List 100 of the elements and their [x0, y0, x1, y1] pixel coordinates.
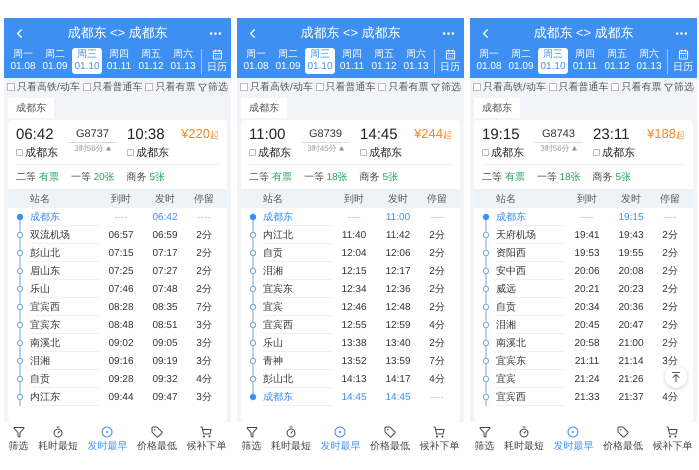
nav-tab[interactable]: 价格最低 — [602, 426, 643, 452]
arrival-cell-text: 21:11 — [574, 356, 600, 366]
station-name: 乐山 — [30, 280, 99, 298]
nav-icon — [433, 426, 446, 438]
filter-button[interactable]: 筛选 — [664, 80, 694, 94]
nav-icon — [384, 426, 396, 438]
nav-icon — [285, 426, 298, 438]
stop-duration: 3分 — [195, 355, 213, 368]
checkbox[interactable] — [378, 83, 386, 91]
station-chip[interactable]: 成都东 — [8, 98, 54, 118]
station-chip[interactable]: 成都东 — [474, 98, 520, 118]
departure-cell-text: 09:47 — [151, 392, 179, 402]
filter-option[interactable]: 只看普通车 — [548, 80, 609, 94]
departure-cell-text: 21:00 — [617, 338, 645, 348]
nav-tab[interactable]: 价格最低 — [370, 426, 410, 452]
checkbox[interactable] — [548, 83, 557, 91]
stop-duration: 2分 — [661, 247, 679, 260]
departure-cell-text: 20:08 — [617, 266, 645, 276]
filter-option[interactable]: 只看有票 — [145, 80, 196, 94]
departure-cell-text: 07:48 — [151, 284, 179, 294]
calendar-icon — [212, 48, 222, 60]
nav-tab[interactable]: 候补下单 — [186, 426, 226, 452]
checkbox[interactable] — [240, 83, 248, 91]
filter-icon — [664, 82, 673, 92]
departure-cell-text: 11:00 — [384, 212, 412, 222]
filter-button[interactable]: 筛选 — [430, 80, 461, 94]
nav-tab[interactable]: 候补下单 — [652, 426, 692, 452]
arrival-time: 23:11 — [593, 126, 630, 143]
departure-cell-text: 21:14 — [617, 356, 645, 366]
departure-cell-text: 08:51 — [151, 320, 179, 330]
checkbox[interactable] — [611, 83, 620, 91]
station-name: 彭山北 — [30, 244, 99, 262]
stop-duration: 3分 — [195, 391, 213, 404]
station-name: 成都东 — [263, 208, 332, 226]
filter-option[interactable]: 只看高铁/动车 — [240, 80, 313, 94]
nav-tab[interactable]: 耗时最短 — [38, 426, 78, 452]
arrival-cell-text: 12:46 — [340, 302, 368, 312]
stop-duration: 2分 — [661, 229, 679, 242]
arrival-cell-text: ---- — [346, 212, 362, 222]
stop-duration: ---- — [662, 212, 678, 222]
arrival-cell-text: 06:57 — [107, 230, 135, 240]
station-name: 宜宾东 — [30, 316, 99, 334]
filter-button[interactable]: 筛选 — [198, 80, 228, 94]
arrival-cell-text: 12:55 — [340, 320, 368, 330]
filter-option[interactable]: 只看高铁/动车 — [7, 80, 80, 94]
nav-icon — [518, 426, 530, 438]
filter-option[interactable]: 只看普通车 — [316, 80, 376, 94]
stop-duration: 2分 — [661, 337, 679, 350]
arrow-up-icon — [670, 371, 682, 383]
train-number: G8739 — [301, 128, 350, 143]
station-badge-icon — [249, 149, 256, 156]
departure-time: 11:00 — [249, 126, 286, 143]
price: ¥220起 — [181, 126, 219, 142]
arrival-cell-text: 20:21 — [573, 284, 601, 294]
station-name: 泪湘 — [496, 316, 565, 334]
nav-tab[interactable]: 价格最低 — [136, 426, 177, 452]
stop-duration: ---- — [429, 212, 445, 222]
filter-option[interactable]: 只看高铁/动车 — [473, 80, 546, 94]
arrival-cell-text: 14:45 — [340, 392, 368, 402]
filter-option[interactable]: 只看普通车 — [82, 80, 143, 94]
column-header: 到时 — [343, 192, 365, 206]
nav-tab[interactable]: 耗时最短 — [271, 426, 312, 452]
departure-cell-text: 11:42 — [384, 230, 412, 240]
checkbox[interactable] — [316, 83, 324, 91]
calendar-icon — [444, 48, 456, 60]
nav-tab[interactable]: 候补下单 — [419, 426, 460, 452]
checkbox[interactable] — [145, 83, 154, 91]
column-header: 站名 — [496, 192, 517, 206]
station-badge-icon — [482, 149, 489, 156]
departure-cell-text: 09:19 — [151, 356, 179, 366]
station-name: 宜宾 — [496, 370, 565, 388]
nav-tab[interactable]: 筛选 — [242, 426, 262, 452]
nav-tab[interactable]: 筛选 — [474, 426, 495, 452]
arrival-cell-text: 19:41 — [573, 230, 601, 240]
nav-tab[interactable]: 耗时最短 — [504, 426, 544, 452]
nav-tab[interactable]: 筛选 — [8, 426, 29, 452]
checkbox[interactable] — [82, 83, 91, 91]
stop-duration: 2分 — [661, 319, 679, 332]
nav-icon — [52, 426, 64, 438]
seat-availability: 商务 5张 — [360, 170, 398, 184]
stop-duration: 2分 — [428, 247, 446, 260]
filter-option[interactable]: 只看有票 — [611, 80, 662, 94]
arrival-cell-text: 20:34 — [573, 302, 601, 312]
departure-station: 成都东 — [491, 146, 524, 160]
stop-duration: ---- — [429, 392, 445, 402]
station-name: 自贡 — [30, 370, 99, 388]
nav-icon — [616, 426, 629, 438]
filter-option[interactable]: 只看有票 — [378, 80, 428, 94]
checkbox[interactable] — [7, 83, 15, 91]
departure-cell-text: 08:35 — [151, 302, 179, 312]
station-chip[interactable]: 成都东 — [241, 98, 287, 118]
column-header: 停留 — [659, 192, 681, 206]
arrival-cell-text: 08:48 — [107, 320, 135, 330]
arrival-cell-text: 09:02 — [107, 338, 135, 348]
nav-icon — [334, 426, 346, 438]
checkbox[interactable] — [473, 83, 481, 91]
route-title: 成都东 <> 成都东 — [300, 24, 401, 42]
departure-time: 19:15 — [482, 126, 521, 143]
arrival-cell-text: 14:13 — [340, 374, 368, 384]
stop-duration: 2分 — [661, 283, 679, 296]
